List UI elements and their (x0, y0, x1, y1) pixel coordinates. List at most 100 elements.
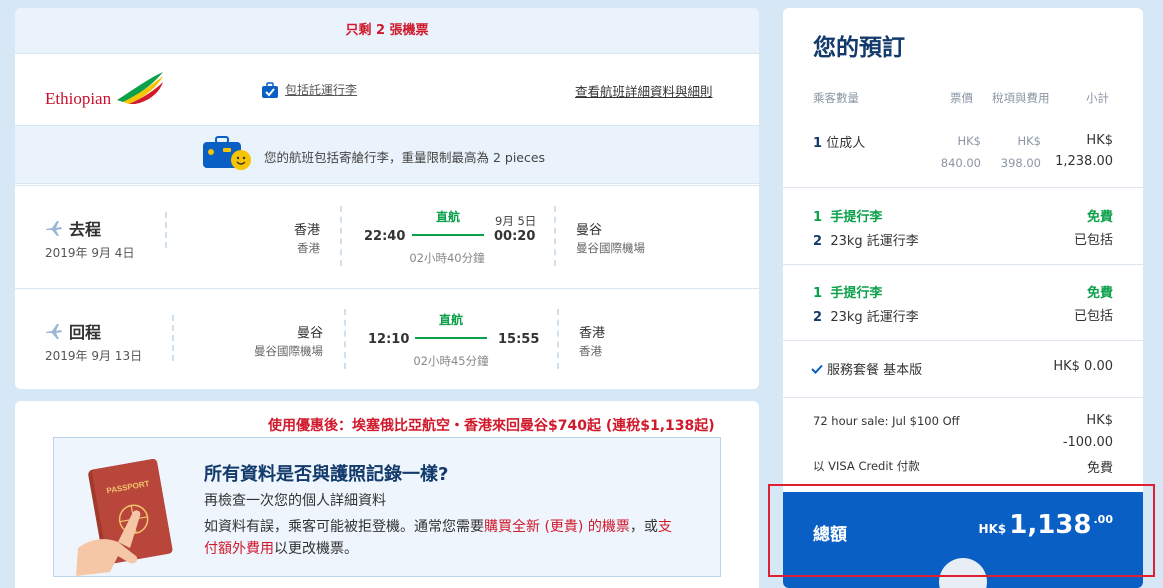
header-passengers: 乘客數量 (813, 91, 859, 105)
passport-check-box: PASSPORT 所有資料是否與護照記錄一樣? 再檢查一次您的個人詳細資料 如資… (53, 437, 721, 577)
service-package: 服務套餐 基本版 (811, 359, 922, 378)
adult-subtotal-currency: HK$ (1086, 133, 1113, 148)
divider (165, 212, 167, 248)
adult-label: 位成人 (826, 136, 866, 151)
buy-new-ticket-link[interactable]: 購買全新 (更貴) 的機票 (484, 519, 630, 535)
adult-row-label: 1 位成人 (813, 132, 865, 151)
service-package-label: 服務套餐 基本版 (827, 363, 923, 378)
adult-tax-currency: HK$ (1017, 134, 1041, 148)
baggage-info-text: 您的航班包括寄艙行李，重量限制最高為 2 pieces (264, 150, 546, 165)
cabin-bag-label: 手提行李 (830, 286, 883, 301)
outbound-date: 2019年 9月 4日 (45, 246, 135, 260)
outbound-leg[interactable]: 去程 2019年 9月 4日 香港 香港 22:40 直航 9月 5日 00:2… (15, 185, 759, 273)
sale-discount-currency: HK$ (1086, 413, 1113, 428)
passport-hand-icon: PASSPORT (76, 458, 173, 576)
airline-logo: Ethiopian (43, 70, 163, 110)
promo-banner: 使用優惠後：埃塞俄比亞航空・香港來回曼谷$740起 (連稅$1,138起) (268, 418, 715, 434)
divider (340, 206, 342, 266)
passport-check-subtitle: 再檢查一次您的個人詳細資料 (204, 493, 386, 509)
service-package-price: HK$ 0.00 (1053, 359, 1113, 374)
inbound-cabin-bag-price: 免費 (1086, 286, 1113, 301)
inbound-to-airport: 香港 (579, 344, 602, 358)
separator (783, 264, 1143, 265)
outbound-cabin-bag-price: 免費 (1086, 210, 1113, 225)
airline-row: Ethiopian 包括託運行李 查看航班詳細資料與細則 (15, 54, 759, 126)
seats-left-alert: 只剩 2 張機票 (15, 8, 759, 54)
outbound-cabin-bag: 1 手提行李 (813, 206, 882, 225)
outbound-checked-bag-status: 已包括 (1073, 233, 1113, 248)
included-baggage-link[interactable]: 包括託運行李 (261, 81, 357, 98)
divider (557, 309, 559, 369)
passport-body-text: 如資料有誤，乘客可能被拒登機。通常您需要 (204, 519, 484, 535)
divider (344, 309, 346, 369)
booking-title: 您的預訂 (813, 35, 905, 61)
cabin-bag-count: 1 (813, 210, 823, 225)
header-fare: 票價 (950, 91, 973, 105)
divider (554, 206, 556, 266)
included-baggage-label: 包括託運行李 (285, 83, 358, 97)
airline-name: Ethiopian (45, 89, 112, 108)
flight-details-link[interactable]: 查看航班詳細資料與細則 (575, 81, 713, 100)
inbound-direct-label: 直航 (438, 313, 463, 327)
outbound-route-line (412, 234, 484, 236)
inbound-from-airport: 曼谷國際機場 (254, 344, 323, 358)
outbound-from-city: 香港 (293, 223, 320, 238)
adult-count: 1 (813, 136, 823, 151)
outbound-depart-time: 22:40 (364, 229, 406, 244)
adult-fare: 840.00 (940, 156, 981, 170)
checked-bag-label: 23kg 託運行李 (830, 310, 919, 325)
checkmark-icon (811, 364, 823, 374)
outbound-direct-label: 直航 (435, 210, 460, 224)
outbound-arrive-date: 9月 5日 (495, 214, 537, 228)
outbound-title-label: 去程 (69, 220, 102, 239)
outbound-arrive-time: 00:20 (494, 229, 536, 244)
inbound-leg[interactable]: 回程 2019年 9月 13日 曼谷 曼谷國際機場 12:10 直航 15:55… (15, 288, 759, 389)
checked-bag-count: 2 (813, 310, 823, 325)
baggage-check-icon (262, 81, 278, 98)
inbound-from-city: 曼谷 (296, 326, 323, 341)
airline-wing-icon (117, 72, 163, 104)
divider (172, 315, 174, 361)
inbound-duration: 02小時45分鐘 (413, 354, 489, 368)
outbound-from-airport: 香港 (297, 241, 320, 255)
inbound-arrive-time: 15:55 (498, 332, 540, 347)
suitcase-smiley-icon (203, 136, 251, 170)
inbound-checked-bag-status: 已包括 (1073, 309, 1113, 324)
plane-return-icon (46, 324, 62, 339)
inbound-cabin-bag: 1 手提行李 (813, 282, 882, 301)
header-subtotal: 小計 (1086, 91, 1109, 105)
inbound-depart-time: 12:10 (368, 332, 410, 347)
separator (783, 187, 1143, 188)
inbound-to-city: 香港 (579, 326, 606, 341)
adult-tax: 398.00 (1000, 156, 1041, 170)
passport-check-body: 如資料有誤，乘客可能被拒登機。通常您需要購買全新 (更貴) 的機票，或支付額外費… (204, 516, 684, 560)
sale-discount-label: 72 hour sale: Jul $100 Off (813, 414, 960, 428)
inbound-title: 回程 (45, 319, 101, 343)
inbound-date: 2019年 9月 13日 (45, 349, 143, 363)
passport-body-text: ，或 (629, 519, 658, 535)
inbound-route-line (415, 337, 487, 339)
checked-bag-count: 2 (813, 234, 823, 249)
separator (783, 340, 1143, 341)
outbound-to-airport: 曼谷國際機場 (576, 241, 645, 255)
separator (783, 397, 1143, 398)
outbound-checked-bag: 2 23kg 託運行李 (813, 230, 919, 249)
visa-payment-label: 以 VISA Credit 付款 (813, 459, 920, 473)
cabin-bag-label: 手提行李 (830, 210, 883, 225)
outbound-title: 去程 (45, 216, 101, 240)
adult-fare-currency: HK$ (957, 134, 981, 148)
highlight-frame (768, 484, 1155, 577)
plane-depart-icon (46, 221, 62, 236)
inbound-checked-bag: 2 23kg 託運行李 (813, 306, 919, 325)
header-tax: 稅項與費用 (992, 91, 1050, 105)
checked-bag-label: 23kg 託運行李 (830, 234, 919, 249)
passport-check-title: 所有資料是否與護照記錄一樣? (204, 464, 449, 485)
outbound-duration: 02小時40分鐘 (409, 251, 485, 265)
outbound-to-city: 曼谷 (576, 223, 603, 238)
visa-payment-price: 免費 (1086, 461, 1113, 476)
baggage-info-row: 您的航班包括寄艙行李，重量限制最高為 2 pieces (15, 126, 759, 184)
passport-body-text: 以更改機票。 (274, 541, 358, 557)
inbound-title-label: 回程 (69, 323, 102, 342)
cabin-bag-count: 1 (813, 286, 823, 301)
sale-discount-amount: -100.00 (1062, 435, 1113, 450)
